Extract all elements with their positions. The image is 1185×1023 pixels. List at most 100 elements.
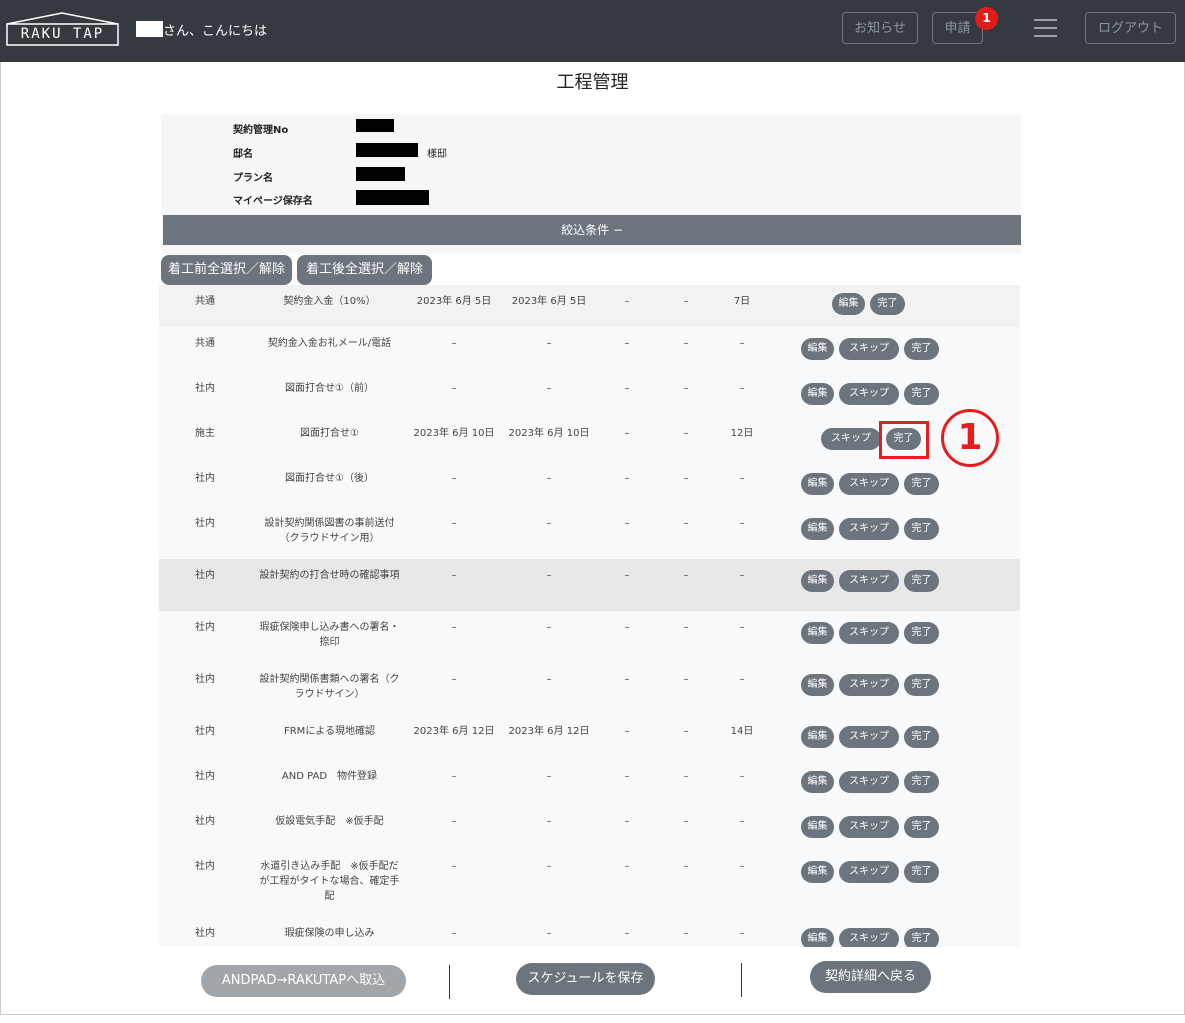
row-type: 社内: [195, 383, 215, 394]
logout-button[interactable]: ログアウト: [1085, 12, 1176, 44]
edit-button[interactable]: 編集: [832, 293, 865, 315]
row-end-date: –: [546, 473, 552, 484]
top-navbar: RAKU TAP さん、こんにちは お知らせ 申請 1 ログアウト: [0, 0, 1185, 62]
done-button[interactable]: 完了: [904, 674, 939, 696]
row-col-a: –: [624, 622, 630, 633]
done-button[interactable]: 完了: [904, 622, 939, 644]
done-button[interactable]: 完了: [904, 570, 939, 592]
row-days: –: [739, 622, 745, 633]
row-type: 社内: [195, 816, 215, 827]
redacted-username: [136, 21, 163, 37]
table-row: 共通 契約金入金（10%） 2023年 6月 5日 2023年 6月 5日 – – 7日 編集…: [159, 285, 1020, 328]
logo[interactable]: RAKU TAP: [6, 12, 119, 46]
edit-button[interactable]: 編集: [801, 726, 834, 748]
row-start-date: –: [451, 473, 457, 484]
skip-button[interactable]: スキップ: [839, 928, 899, 947]
redacted-contract-no: [356, 119, 394, 132]
edit-button[interactable]: 編集: [801, 771, 834, 793]
done-button[interactable]: 完了: [904, 928, 939, 947]
row-col-a: –: [624, 674, 630, 685]
row-col-a: –: [624, 296, 630, 307]
row-days: –: [739, 771, 745, 782]
row-col-b: –: [683, 473, 689, 484]
edit-button[interactable]: 編集: [801, 570, 834, 592]
done-button[interactable]: 完了: [904, 726, 939, 748]
row-end-date: 2023年 6月 10日: [508, 428, 590, 439]
done-button[interactable]: 完了: [904, 771, 939, 793]
save-schedule-button[interactable]: スケジュールを保存: [516, 963, 655, 995]
andpad-import-button[interactable]: ANDPAD→RAKUTAPへ取込: [201, 965, 406, 997]
done-button[interactable]: 完了: [904, 816, 939, 838]
edit-button[interactable]: 編集: [801, 674, 834, 696]
row-col-a: –: [624, 816, 630, 827]
row-col-b: –: [683, 338, 689, 349]
row-end-date: –: [546, 674, 552, 685]
edit-button[interactable]: 編集: [801, 383, 834, 405]
row-col-b: –: [683, 518, 689, 529]
menu-icon[interactable]: [1034, 19, 1057, 37]
skip-button[interactable]: スキップ: [839, 771, 899, 793]
filter-toggle-bar[interactable]: 絞込条件 −: [163, 215, 1021, 245]
edit-button[interactable]: 編集: [801, 518, 834, 540]
back-to-contract-button[interactable]: 契約詳細へ戻る: [810, 961, 931, 993]
row-start-date: –: [451, 861, 457, 872]
table-row: 社内 水道引き込み手配 ※仮手配だが工程がタイトな場合、確定手配 – – – – – 編集 スキ…: [159, 850, 1020, 918]
row-days: –: [739, 861, 745, 872]
row-col-a: –: [624, 383, 630, 394]
row-start-date: –: [451, 816, 457, 827]
done-button[interactable]: 完了: [870, 293, 905, 315]
row-end-date: 2023年 6月 5日: [511, 296, 587, 307]
select-after-button[interactable]: 着工後全選択／解除: [297, 255, 432, 285]
skip-button[interactable]: スキップ: [839, 473, 899, 495]
row-end-date: 2023年 6月 12日: [508, 726, 590, 737]
skip-button[interactable]: スキップ: [839, 383, 899, 405]
row-name: 設計契約の打合せ時の確認事項: [259, 570, 400, 581]
skip-button[interactable]: スキップ: [839, 861, 899, 883]
edit-button[interactable]: 編集: [801, 473, 834, 495]
row-start-date: –: [451, 518, 457, 529]
redacted-plan: [356, 167, 405, 181]
row-col-a: –: [624, 861, 630, 872]
skip-button[interactable]: スキップ: [839, 674, 899, 696]
edit-button[interactable]: 編集: [801, 338, 834, 360]
done-button[interactable]: 完了: [904, 383, 939, 405]
notice-button[interactable]: お知らせ: [842, 12, 918, 44]
row-start-date: 2023年 6月 5日: [416, 296, 492, 307]
table-row: 共通 契約金入金お礼メール/電話 – – – – – 編集 スキップ 完了: [159, 327, 1020, 373]
row-days: 7日: [733, 296, 751, 307]
skip-button[interactable]: スキップ: [839, 816, 899, 838]
skip-button[interactable]: スキップ: [839, 622, 899, 644]
done-button[interactable]: 完了: [904, 473, 939, 495]
row-end-date: –: [546, 816, 552, 827]
skip-button[interactable]: スキップ: [839, 570, 899, 592]
row-col-b: –: [683, 570, 689, 581]
row-type: 社内: [195, 674, 215, 685]
highlight-box: [879, 421, 929, 459]
done-button[interactable]: 完了: [904, 338, 939, 360]
row-col-b: –: [683, 861, 689, 872]
row-type: 社内: [195, 518, 215, 529]
edit-button[interactable]: 編集: [801, 622, 834, 644]
skip-button[interactable]: スキップ: [821, 428, 881, 450]
row-days: –: [739, 383, 745, 394]
done-button[interactable]: 完了: [904, 518, 939, 540]
edit-button[interactable]: 編集: [801, 816, 834, 838]
select-before-button[interactable]: 着工前全選択／解除: [161, 255, 292, 285]
edit-button[interactable]: 編集: [801, 928, 834, 947]
row-name: 瑕疵保険の申し込み: [284, 928, 375, 939]
row-start-date: 2023年 6月 10日: [413, 428, 495, 439]
row-start-date: –: [451, 622, 457, 633]
row-name: 契約金入金お礼メール/電話: [267, 338, 392, 349]
table-row: 社内 設計契約関係図書の事前送付（クラウドサイン用） – – – – – 編集 スキップ 完了: [159, 507, 1020, 560]
row-days: –: [739, 473, 745, 484]
table-row: 社内 AND PAD 物件登録 – – – – – 編集 スキップ 完了: [159, 760, 1020, 806]
annotation-marker: 1: [941, 409, 999, 467]
row-start-date: –: [451, 383, 457, 394]
done-button[interactable]: 完了: [904, 861, 939, 883]
row-days: –: [739, 570, 745, 581]
skip-button[interactable]: スキップ: [839, 338, 899, 360]
edit-button[interactable]: 編集: [801, 861, 834, 883]
skip-button[interactable]: スキップ: [839, 726, 899, 748]
skip-button[interactable]: スキップ: [839, 518, 899, 540]
row-name: 水道引き込み手配 ※仮手配だが工程がタイトな場合、確定手配: [259, 861, 400, 902]
